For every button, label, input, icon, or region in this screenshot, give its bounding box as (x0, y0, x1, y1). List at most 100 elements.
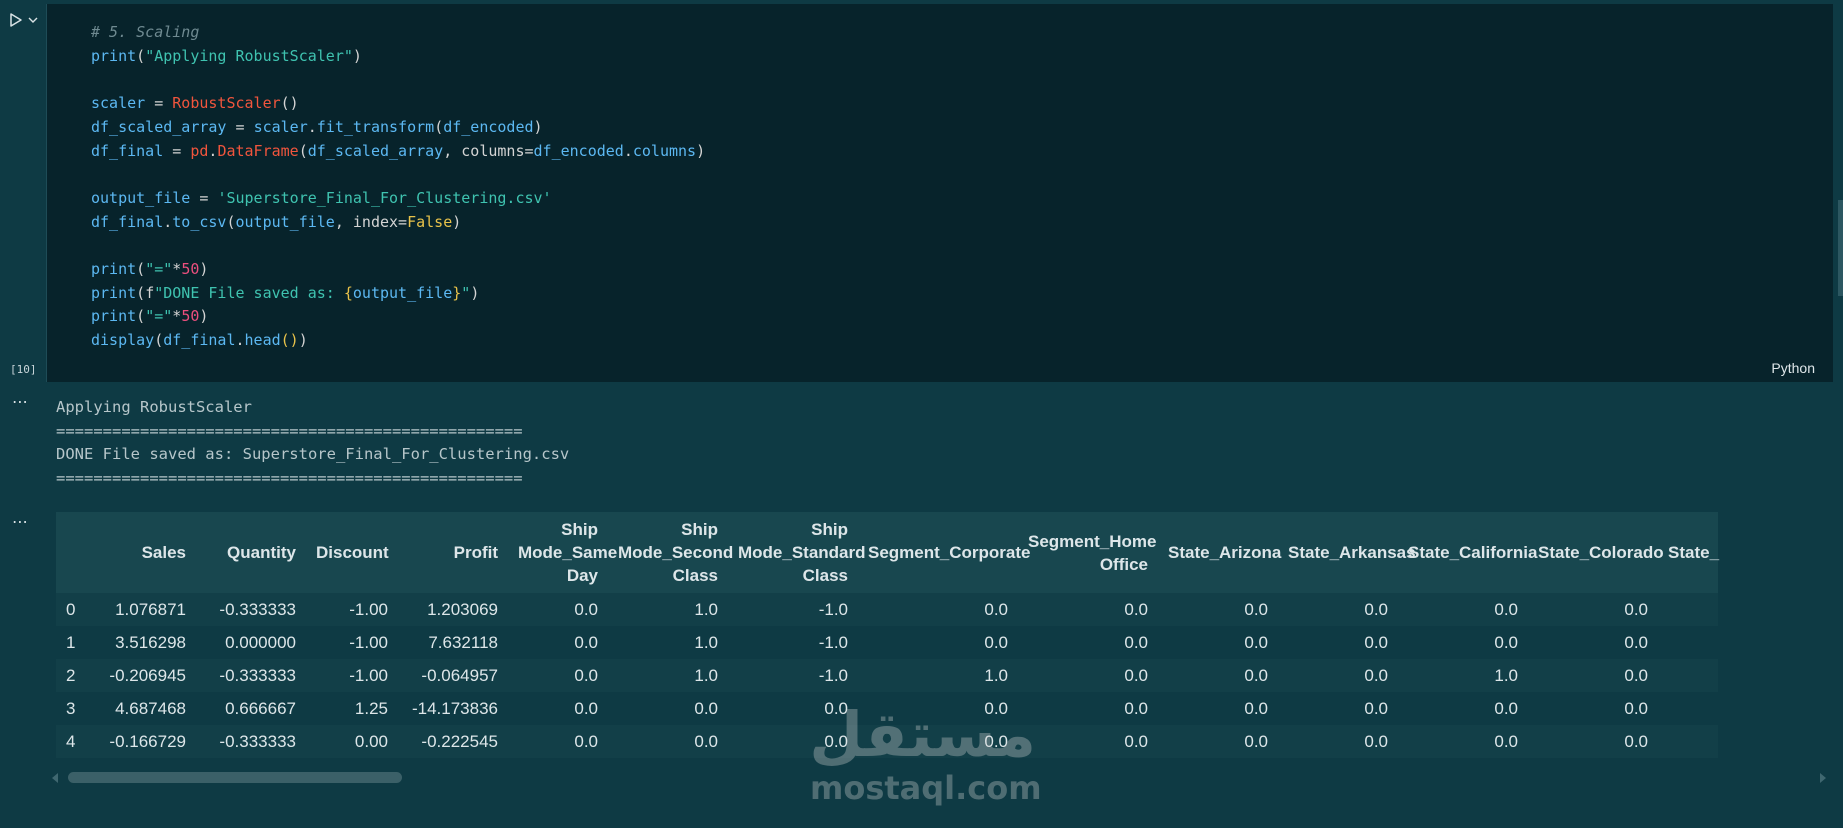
table-cell: -0.333333 (219, 599, 296, 619)
column-header: Segment_Home Office (1018, 512, 1158, 593)
play-icon (10, 13, 22, 27)
code-line[interactable]: print("="*50) (91, 305, 705, 329)
table-cell: -1.0 (818, 665, 848, 685)
scroll-right-icon[interactable] (1820, 773, 1826, 783)
table-cell: 0.0 (1124, 632, 1148, 652)
table-cell: 4.687468 (115, 698, 186, 718)
column-header: State_Arizona (1158, 512, 1281, 593)
code-token: ) (199, 260, 209, 279)
table-cell: 0.0 (1244, 599, 1268, 619)
row-index: 0 (66, 599, 76, 619)
code-token: output_file (91, 188, 191, 207)
table-cell: 0.00 (354, 731, 388, 751)
code-token: ( (136, 46, 146, 65)
table-cell: 1.0 (1494, 665, 1518, 685)
table-cell: 0.0 (1124, 731, 1148, 751)
table-row: 3 4.687468 0.666667 1.25 -14.173836 0.0 0.0 0.0… (56, 692, 1718, 725)
stdout-line: DONE File saved as: Superstore_Final_For… (56, 445, 570, 463)
code-line[interactable]: df_final = pd. DataFrame(df_scaled_array,… (91, 140, 705, 164)
code-token: ( (136, 283, 146, 302)
code-token: RobustScaler (172, 94, 281, 113)
table-cell: 0.0 (1494, 632, 1518, 652)
code-token: . (307, 117, 317, 136)
code-token: scaler (91, 94, 146, 113)
execution-count: [10] (10, 363, 37, 376)
table-cell: 0.0 (984, 632, 1008, 652)
code-token: "=" (145, 260, 173, 279)
ellipsis-icon[interactable]: ⋯ (12, 514, 32, 532)
table-cell: 0.0 (574, 698, 598, 718)
code-token: pd (190, 141, 209, 160)
table-cell: 0.0 (824, 698, 848, 718)
chevron-down-icon[interactable] (28, 15, 38, 25)
table-cell: 0.000000 (225, 632, 296, 652)
code-token: print (91, 46, 137, 65)
table-cell: 0.0 (1244, 665, 1268, 685)
table-cell: 0.0 (1494, 698, 1518, 718)
column-header: State_Colorado (1528, 512, 1664, 593)
language-label[interactable]: Python (1771, 360, 1815, 376)
code-token: "DONE File saved as: (154, 283, 344, 302)
table-cell: 1.0 (694, 632, 718, 652)
table-cell: 0.0 (1624, 599, 1648, 619)
code-line[interactable]: scaler = RobustScaler() (91, 92, 705, 116)
table-cell: -1.0 (818, 632, 848, 652)
code-line[interactable]: # 5. Scaling (91, 21, 705, 45)
table-cell: 0.0 (984, 698, 1008, 718)
column-header: State_Arkansas (1278, 512, 1416, 593)
code-token: () (280, 94, 299, 113)
code-line[interactable]: print(f"DONE File saved as: {output_file… (91, 282, 705, 306)
table-cell: 0.0 (1364, 632, 1388, 652)
code-token: output_file (235, 212, 335, 231)
table-cell: 1.0 (984, 665, 1008, 685)
scroll-left-icon[interactable] (52, 773, 58, 783)
table-cell: 0.0 (1494, 599, 1518, 619)
table-cell: 1.203069 (427, 599, 498, 619)
vertical-scrollbar-thumb[interactable] (1838, 200, 1843, 296)
table-cell (1658, 659, 1718, 692)
code-token: ) (352, 46, 362, 65)
code-token: ( (136, 260, 146, 279)
row-index: 2 (66, 665, 76, 685)
code-token: ) (199, 307, 209, 326)
table-cell: 0.0 (1244, 698, 1268, 718)
table-cell (1658, 725, 1718, 758)
column-header: State_ (1658, 512, 1719, 593)
code-token: ( (298, 141, 308, 160)
code-token: df_encoded (443, 117, 534, 136)
scrollbar-thumb[interactable] (68, 772, 402, 783)
column-header: Ship Mode_Second Class (608, 512, 733, 593)
code-token: ) (533, 117, 543, 136)
code-token: . (623, 141, 633, 160)
column-header: Quantity (196, 512, 306, 593)
code-token: = (226, 117, 254, 136)
code-token: f (145, 283, 155, 302)
code-token: ) (452, 212, 462, 231)
table-cell: 0.0 (1364, 599, 1388, 619)
code-token: ) (298, 331, 308, 350)
code-line[interactable]: print("="*50) (91, 258, 705, 282)
code-token: ( (226, 212, 236, 231)
code-line[interactable]: df_scaled_array = scaler.fit_transform(d… (91, 116, 705, 140)
table-cell: 0.0 (1364, 698, 1388, 718)
run-cell-button[interactable] (8, 10, 44, 30)
code-line[interactable] (91, 163, 705, 187)
code-editor[interactable]: # 5. Scaling print("Applying RobustScaler… (91, 21, 705, 353)
table-cell: -1.00 (349, 632, 388, 652)
code-line[interactable] (91, 234, 705, 258)
code-line[interactable] (91, 68, 705, 92)
code-line[interactable]: print("Applying RobustScaler") (91, 45, 705, 69)
code-cell[interactable]: # 5. Scaling print("Applying RobustScaler… (46, 4, 1833, 382)
code-token: * (172, 307, 182, 326)
table-row: 1 3.516298 0.000000 -1.00 7.632118 0.0 1.0 -1.0… (56, 626, 1718, 659)
code-token: df_encoded (533, 141, 624, 160)
horizontal-scrollbar[interactable] (52, 771, 1826, 785)
table-cell: 0.0 (824, 731, 848, 751)
code-line[interactable]: display(df_final.head()) (91, 329, 705, 353)
code-token: 50 (181, 260, 200, 279)
code-line[interactable]: output_file = 'Superstore_Final_For_Clus… (91, 187, 705, 211)
code-line[interactable]: df_final.to_csv(output_file, index=False… (91, 211, 705, 235)
column-header (56, 512, 96, 593)
table-cell: -0.166729 (109, 731, 186, 751)
ellipsis-icon[interactable]: ⋯ (12, 394, 32, 412)
